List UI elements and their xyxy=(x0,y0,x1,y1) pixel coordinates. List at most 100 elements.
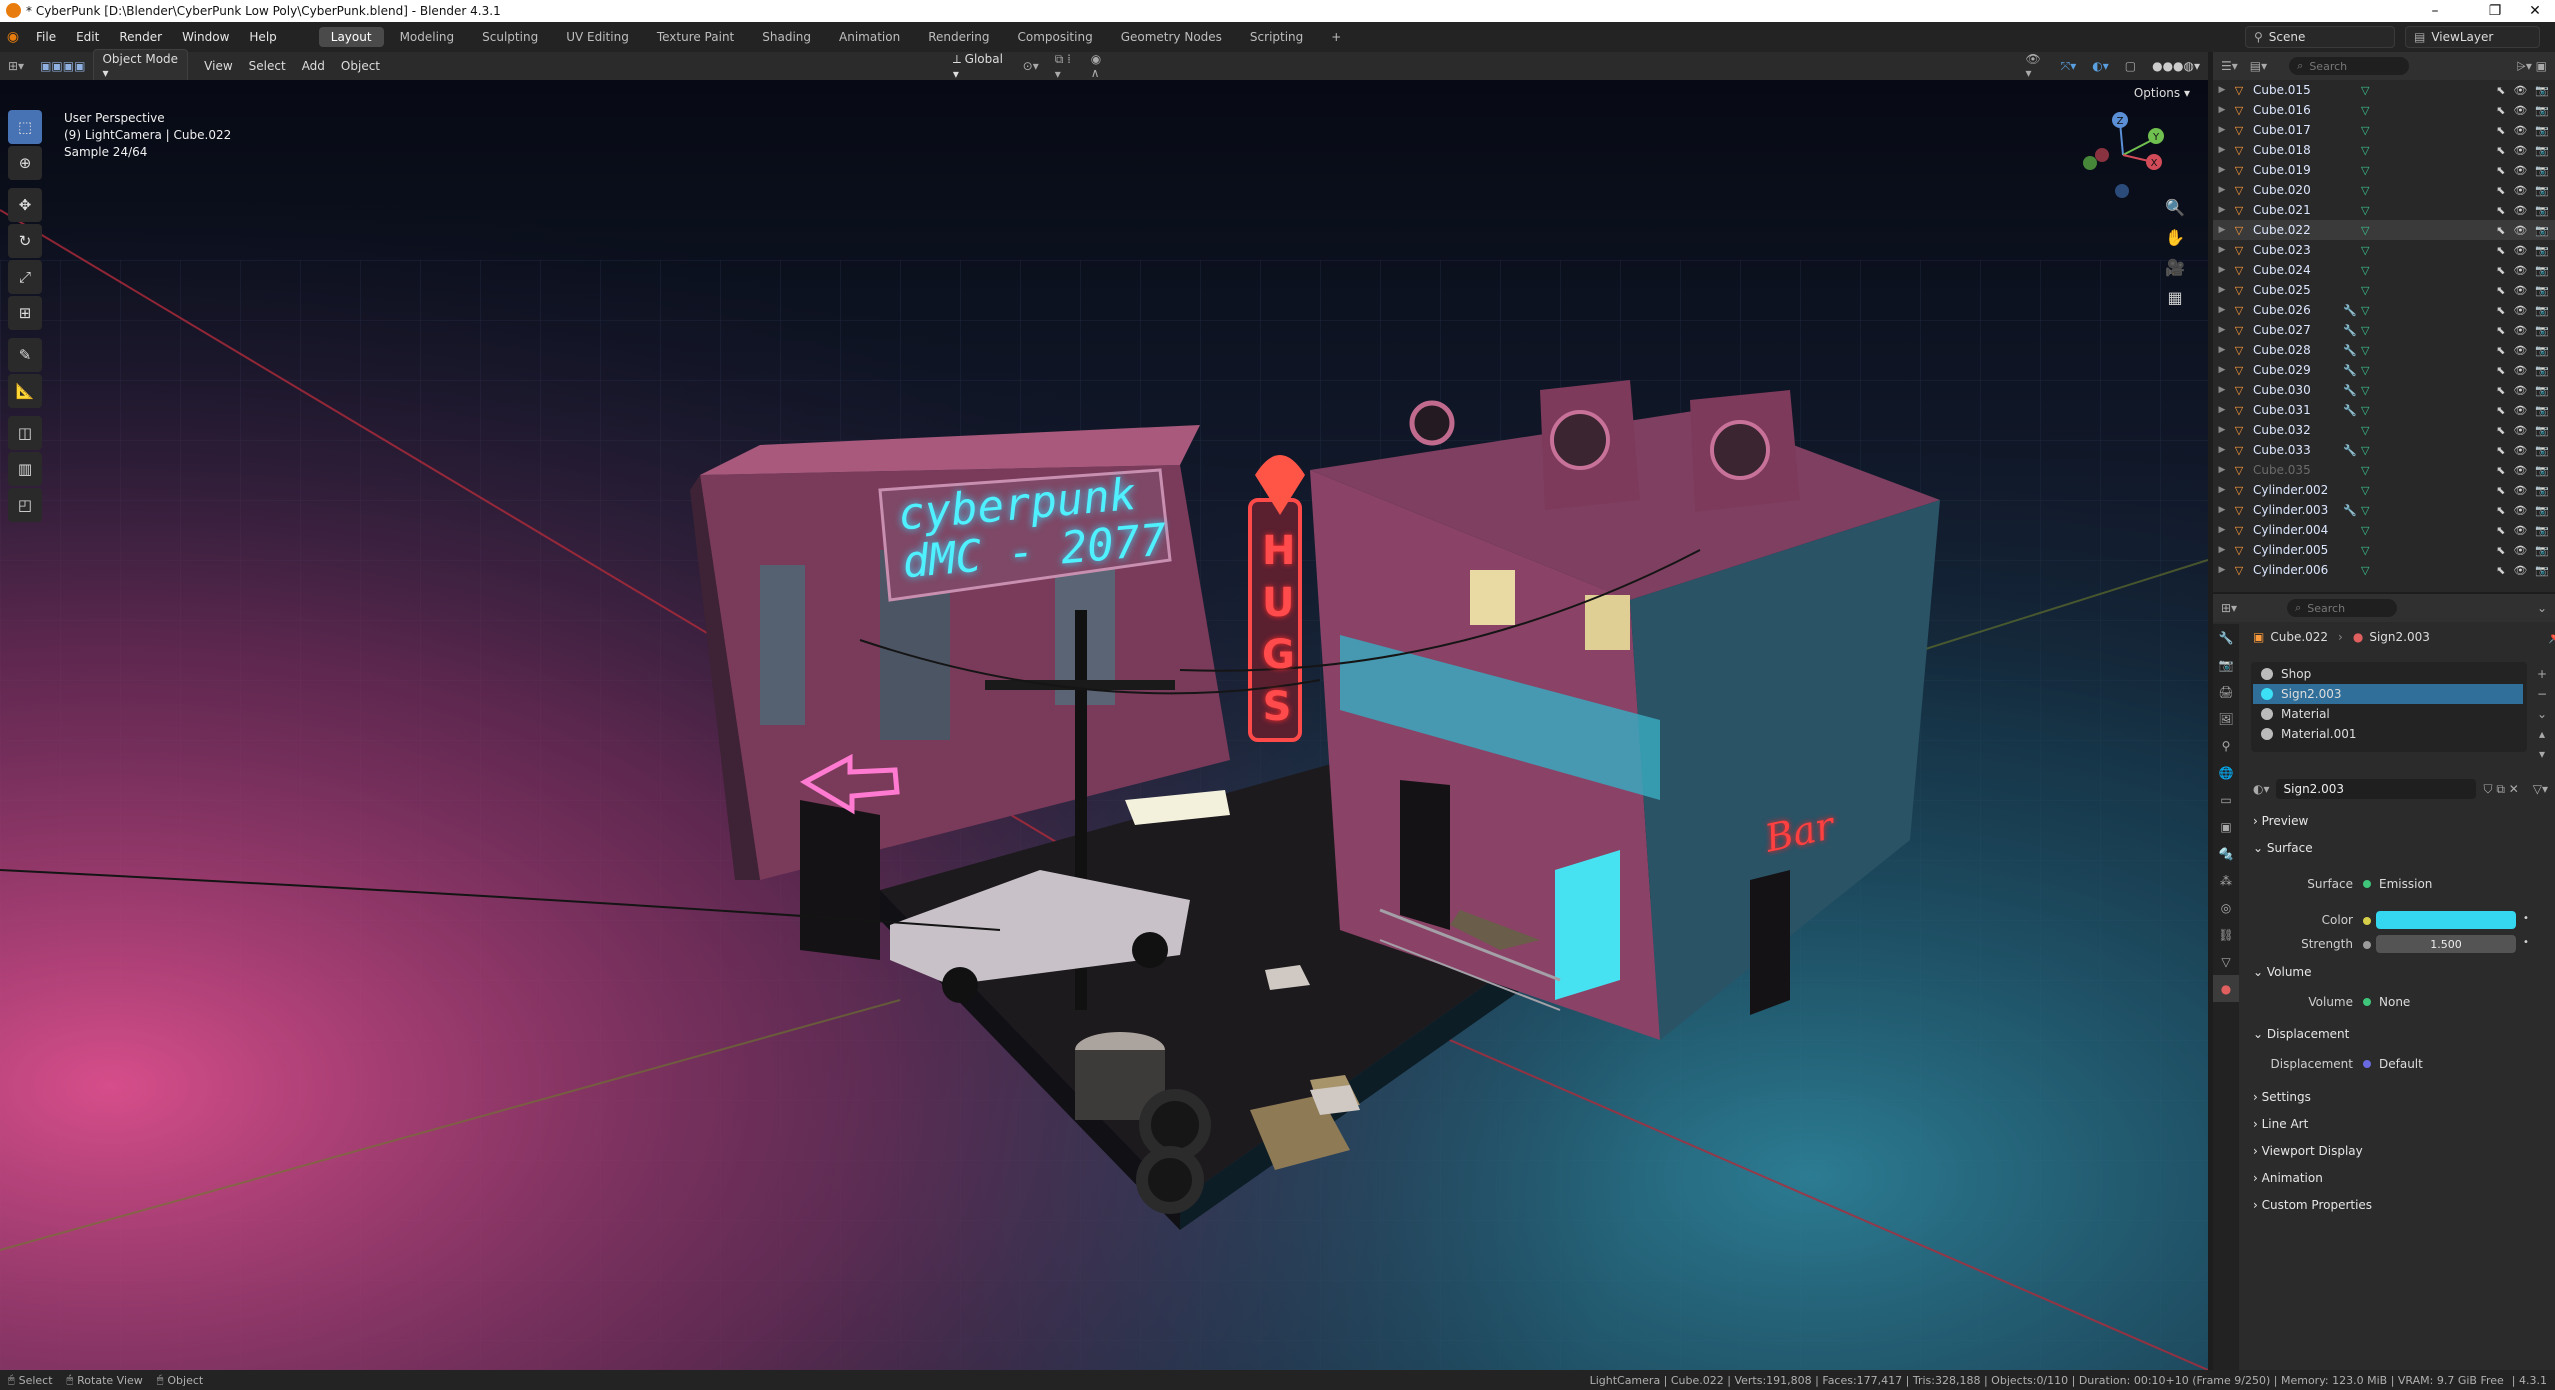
material-user-buttons[interactable]: ⛉ ⧉ ✕ xyxy=(2484,782,2519,797)
visibility-eye-icon[interactable]: 👁 xyxy=(2513,224,2527,237)
expand-arrow-icon[interactable]: ▶ xyxy=(2213,165,2231,175)
outliner-item[interactable]: ▶ ▽ Cube.028 🔧 ▽ ⬉ 👁 📷 xyxy=(2213,340,2555,360)
expand-arrow-icon[interactable]: ▶ xyxy=(2213,565,2231,575)
outliner-item-name[interactable]: Cube.024 xyxy=(2253,263,2343,277)
browse-material-icon[interactable]: ◐▾ xyxy=(2253,782,2270,796)
expand-arrow-icon[interactable]: ▶ xyxy=(2213,385,2231,395)
tab-geometry-nodes[interactable]: Geometry Nodes xyxy=(1109,27,1234,47)
visibility-eye-icon[interactable]: 👁 xyxy=(2513,444,2527,457)
object-mode-dropdown[interactable]: Object Mode ▾ xyxy=(93,49,189,83)
viewlayer-selector[interactable]: ▤ ViewLayer xyxy=(2405,26,2540,48)
outliner-item[interactable]: ▶ ▽ Cube.018 ▽ ⬉ 👁 📷 xyxy=(2213,140,2555,160)
selectable-icon[interactable]: ⬉ xyxy=(2496,104,2505,117)
mesh-data-icon[interactable]: ▽ xyxy=(2361,324,2379,337)
visibility-icon[interactable]: 👁▾ xyxy=(2018,50,2053,82)
expand-arrow-icon[interactable]: ▶ xyxy=(2213,485,2231,495)
outliner-item[interactable]: ▶ ▽ Cube.029 🔧 ▽ ⬉ 👁 📷 xyxy=(2213,360,2555,380)
tab-compositing[interactable]: Compositing xyxy=(1005,27,1104,47)
selectable-icon[interactable]: ⬉ xyxy=(2496,524,2505,537)
modifier-icon[interactable]: 🔧 xyxy=(2343,304,2361,317)
outliner-item-name[interactable]: Cylinder.004 xyxy=(2253,523,2343,537)
selectable-icon[interactable]: ⬉ xyxy=(2496,544,2505,557)
expand-arrow-icon[interactable]: ▶ xyxy=(2213,185,2231,195)
render-camera-icon[interactable]: 📷 xyxy=(2535,124,2549,137)
outliner-item[interactable]: ▶ ▽ Cube.024 ▽ ⬉ 👁 📷 xyxy=(2213,260,2555,280)
mesh-data-icon[interactable]: ▽ xyxy=(2361,364,2379,377)
volume-shader-field[interactable]: None xyxy=(2363,995,2410,1009)
remove-slot-icon[interactable]: − xyxy=(2533,684,2551,704)
filter-icon[interactable]: ⩥▾ ▣ xyxy=(2516,59,2547,74)
render-camera-icon[interactable]: 📷 xyxy=(2535,544,2549,557)
visibility-eye-icon[interactable]: 👁 xyxy=(2513,304,2527,317)
expand-arrow-icon[interactable]: ▶ xyxy=(2213,305,2231,315)
outliner-item-name[interactable]: Cube.025 xyxy=(2253,283,2343,297)
material-link-icon[interactable]: ▽▾ xyxy=(2533,782,2548,796)
selectable-icon[interactable]: ⬉ xyxy=(2496,84,2505,97)
expand-arrow-icon[interactable]: ▶ xyxy=(2213,205,2231,215)
render-camera-icon[interactable]: 📷 xyxy=(2535,404,2549,417)
visibility-eye-icon[interactable]: 👁 xyxy=(2513,244,2527,257)
menu-file[interactable]: File xyxy=(26,30,66,44)
tab-scripting[interactable]: Scripting xyxy=(1238,27,1315,47)
selectable-icon[interactable]: ⬉ xyxy=(2496,264,2505,277)
outliner-item[interactable]: ▶ ▽ Cylinder.004 ▽ ⬉ 👁 📷 xyxy=(2213,520,2555,540)
render-tab-icon[interactable]: 📷 xyxy=(2213,651,2239,678)
visibility-eye-icon[interactable]: 👁 xyxy=(2513,504,2527,517)
mesh-data-icon[interactable]: ▽ xyxy=(2361,264,2379,277)
outliner-item-name[interactable]: Cube.029 xyxy=(2253,363,2343,377)
render-camera-icon[interactable]: 📷 xyxy=(2535,84,2549,97)
render-camera-icon[interactable]: 📷 xyxy=(2535,344,2549,357)
selectable-icon[interactable]: ⬉ xyxy=(2496,124,2505,137)
measure-tool-icon[interactable]: 📐 xyxy=(8,374,42,408)
render-camera-icon[interactable]: 📷 xyxy=(2535,324,2549,337)
panel-line-art-header[interactable]: › Line Art xyxy=(2253,1117,2308,1131)
outliner-item[interactable]: ▶ ▽ Cylinder.006 ▽ ⬉ 👁 📷 xyxy=(2213,560,2555,580)
tab-shading[interactable]: Shading xyxy=(750,27,823,47)
mesh-data-icon[interactable]: ▽ xyxy=(2361,144,2379,157)
pivot-icon[interactable]: ⊙▾ xyxy=(1015,57,1047,75)
view-menu[interactable]: View xyxy=(196,57,240,75)
render-camera-icon[interactable]: 📷 xyxy=(2535,364,2549,377)
ortho-toggle-icon[interactable]: ▦ xyxy=(2160,282,2190,312)
panel-preview-header[interactable]: › Preview xyxy=(2253,814,2308,828)
outliner-item[interactable]: ▶ ▽ Cylinder.002 ▽ ⬉ 👁 📷 xyxy=(2213,480,2555,500)
particles-tab-icon[interactable]: ⁂ xyxy=(2213,867,2239,894)
tab-layout[interactable]: Layout xyxy=(318,27,384,47)
outliner-item-name[interactable]: Cube.028 xyxy=(2253,343,2343,357)
selectable-icon[interactable]: ⬉ xyxy=(2496,484,2505,497)
outliner-item-name[interactable]: Cube.023 xyxy=(2253,243,2343,257)
visibility-eye-icon[interactable]: 👁 xyxy=(2513,424,2527,437)
data-tab-icon[interactable]: ▽ xyxy=(2213,948,2239,975)
expand-arrow-icon[interactable]: ▶ xyxy=(2213,85,2231,95)
render-camera-icon[interactable]: 📷 xyxy=(2535,464,2549,477)
visibility-eye-icon[interactable]: 👁 xyxy=(2513,124,2527,137)
outliner-item-name[interactable]: Cube.033 xyxy=(2253,443,2343,457)
outliner-item-name[interactable]: Cylinder.005 xyxy=(2253,543,2343,557)
expand-arrow-icon[interactable]: ▶ xyxy=(2213,445,2231,455)
tool-tab-icon[interactable]: 🔧 xyxy=(2213,624,2239,651)
xray-icon[interactable]: ▢ xyxy=(2117,57,2144,75)
outliner-item-name[interactable]: Cube.035 xyxy=(2253,463,2343,477)
visibility-eye-icon[interactable]: 👁 xyxy=(2513,564,2527,577)
outliner-item[interactable]: ▶ ▽ Cube.033 🔧 ▽ ⬉ 👁 📷 xyxy=(2213,440,2555,460)
mesh-data-icon[interactable]: ▽ xyxy=(2361,464,2379,477)
strength-keyframe-dot[interactable]: • xyxy=(2523,937,2529,948)
selectable-icon[interactable]: ⬉ xyxy=(2496,304,2505,317)
outliner-item-name[interactable]: Cube.015 xyxy=(2253,83,2343,97)
minimize-button[interactable]: – xyxy=(2405,0,2465,22)
add-cylinder-tool-icon[interactable]: ▥ xyxy=(8,452,42,486)
outliner-item[interactable]: ▶ ▽ Cube.019 ▽ ⬉ 👁 📷 xyxy=(2213,160,2555,180)
proportional-edit-icon[interactable]: ◉ ∧ xyxy=(1083,50,1120,82)
slot-menu-icon[interactable]: ⌄ xyxy=(2533,704,2551,724)
editor-type-icon[interactable]: ⊞▾ xyxy=(0,57,32,75)
visibility-eye-icon[interactable]: 👁 xyxy=(2513,464,2527,477)
zoom-icon[interactable]: 🔍 xyxy=(2160,192,2190,222)
menu-edit[interactable]: Edit xyxy=(66,30,109,44)
selectable-icon[interactable]: ⬉ xyxy=(2496,424,2505,437)
move-tool-icon[interactable]: ✥ xyxy=(8,188,42,222)
modifier-tab-icon[interactable]: 🔩 xyxy=(2213,840,2239,867)
select-box-tool-icon[interactable]: ⬚ xyxy=(8,110,42,144)
render-camera-icon[interactable]: 📷 xyxy=(2535,224,2549,237)
displacement-field[interactable]: Default xyxy=(2363,1057,2423,1071)
pan-hand-icon[interactable]: ✋ xyxy=(2160,222,2190,252)
